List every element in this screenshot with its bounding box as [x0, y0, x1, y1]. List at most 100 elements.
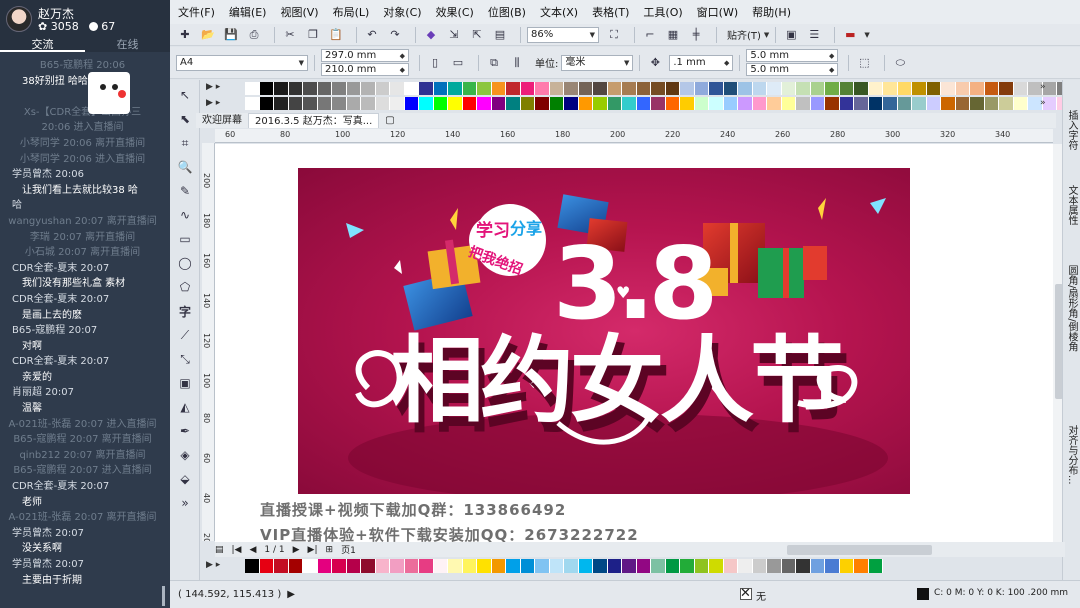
color-swatch[interactable] — [897, 97, 912, 110]
duplicate-y-field[interactable]: 5.0 mm ◆ — [746, 63, 839, 76]
color-swatch[interactable] — [462, 559, 477, 573]
color-swatch[interactable] — [651, 559, 666, 573]
freehand-tool-icon[interactable]: ✎ — [176, 182, 194, 200]
rectangle-tool-icon[interactable]: ▭ — [176, 230, 194, 248]
color-swatch[interactable] — [984, 97, 999, 110]
tab-online[interactable]: 在线 — [85, 37, 170, 52]
color-swatch[interactable] — [361, 559, 376, 573]
color-swatch[interactable] — [854, 82, 869, 95]
cut-icon[interactable]: ✂ — [281, 26, 299, 44]
color-swatch[interactable] — [506, 97, 521, 110]
color-swatch[interactable] — [419, 559, 434, 573]
text-tool-icon[interactable]: 字 — [176, 302, 194, 320]
color-swatch[interactable] — [622, 97, 637, 110]
color-swatch[interactable] — [796, 559, 811, 573]
color-swatch[interactable] — [622, 82, 637, 95]
prev-page-icon[interactable]: ◀ — [249, 545, 256, 555]
color-swatch[interactable] — [926, 97, 941, 110]
color-swatch[interactable] — [709, 97, 724, 110]
full-screen-icon[interactable]: ⛶ — [605, 26, 623, 44]
add-page-icon[interactable]: ⊞ — [326, 545, 334, 555]
color-swatch[interactable] — [274, 82, 289, 95]
color-swatch[interactable] — [825, 82, 840, 95]
color-swatch[interactable] — [448, 82, 463, 95]
interactive-fill-icon[interactable]: ◈ — [176, 446, 194, 464]
vertical-ruler[interactable]: 200 180 160 140 120 100 80 60 40 20 — [202, 143, 215, 541]
portrait-icon[interactable]: ▯ — [426, 54, 444, 72]
current-page-icon[interactable]: ⫼ — [508, 54, 526, 72]
color-swatch[interactable] — [303, 82, 318, 95]
tab-new-icon[interactable]: ▢ — [379, 113, 400, 128]
next-page-icon[interactable]: ▶ — [293, 545, 300, 555]
color-swatch[interactable] — [970, 82, 985, 95]
polygon-tool-icon[interactable]: ⬠ — [176, 278, 194, 296]
color-swatch[interactable] — [375, 97, 390, 110]
color-swatch[interactable] — [317, 559, 332, 573]
color-swatch[interactable] — [404, 82, 419, 95]
color-swatch[interactable] — [665, 97, 680, 110]
color-swatch[interactable] — [636, 559, 651, 573]
color-swatch[interactable] — [332, 82, 347, 95]
color-swatch[interactable] — [868, 97, 883, 110]
color-swatch[interactable] — [520, 82, 535, 95]
outline-swatch[interactable] — [917, 588, 929, 600]
color-swatch[interactable] — [694, 97, 709, 110]
color-swatch[interactable] — [738, 97, 753, 110]
snap-to-menu[interactable]: 贴齐(T) — [727, 27, 761, 42]
color-swatch[interactable] — [564, 97, 579, 110]
color-swatch[interactable] — [506, 559, 521, 573]
menu-item[interactable]: 文件(F) — [178, 4, 215, 20]
color-swatch[interactable] — [274, 559, 289, 573]
color-swatch[interactable] — [462, 82, 477, 95]
color-swatch[interactable] — [419, 82, 434, 95]
drawing-canvas[interactable]: 学习 分享 把我绝招 3.8 ♥ ♥ ♥ 相约女人节 相约女人节 直播授课+视频… — [215, 144, 1053, 542]
menu-item[interactable]: 窗口(W) — [697, 4, 738, 20]
color-swatch[interactable] — [274, 97, 289, 110]
color-swatch[interactable] — [332, 559, 347, 573]
docker-tab-insert-character[interactable]: 插入字符 — [1065, 110, 1079, 150]
color-swatch[interactable] — [767, 559, 782, 573]
page-height-field[interactable]: 210.0 mm ◆ — [321, 63, 409, 76]
treat-as-filled-icon[interactable]: ⬚ — [855, 54, 873, 72]
palette-scroll-left-icon[interactable]: ▶ ▸ — [206, 560, 220, 570]
color-swatch[interactable] — [593, 97, 608, 110]
color-swatch[interactable] — [288, 97, 303, 110]
first-page-icon[interactable]: |◀ — [232, 545, 242, 555]
color-swatch[interactable] — [839, 82, 854, 95]
drop-shadow-icon[interactable]: ▣ — [176, 374, 194, 392]
horizontal-scrollbar-thumb[interactable] — [787, 545, 932, 555]
color-swatch[interactable] — [564, 559, 579, 573]
color-swatch[interactable] — [752, 82, 767, 95]
menu-item[interactable]: 文本(X) — [540, 4, 578, 20]
color-swatch[interactable] — [926, 82, 941, 95]
document-palette[interactable] — [245, 559, 883, 573]
color-swatch[interactable] — [346, 559, 361, 573]
pick-tool-icon[interactable]: ↖ — [176, 86, 194, 104]
docker-tab-corners[interactable]: 圆角/扇形角/倒棱角 — [1065, 265, 1079, 352]
menu-item[interactable]: 工具(O) — [643, 4, 682, 20]
palette-expand-icon[interactable]: » — [1040, 82, 1046, 92]
show-rulers-icon[interactable]: ⌐ — [641, 26, 659, 44]
zoom-level-select[interactable]: 86% ▼ — [527, 26, 599, 43]
color-swatch[interactable] — [651, 97, 666, 110]
copy-icon[interactable]: ❐ — [304, 26, 322, 44]
color-swatch[interactable] — [520, 559, 535, 573]
avatar[interactable] — [6, 6, 32, 32]
color-swatch[interactable] — [970, 97, 985, 110]
color-swatch[interactable] — [259, 559, 274, 573]
color-swatch[interactable] — [448, 97, 463, 110]
color-palette-row-1[interactable] — [245, 82, 1080, 95]
last-page-icon[interactable]: ▶| — [308, 545, 318, 555]
color-swatch[interactable] — [535, 559, 550, 573]
zoom-tool-icon[interactable]: 🔍 — [176, 158, 194, 176]
color-swatch[interactable] — [607, 97, 622, 110]
color-swatch[interactable] — [622, 559, 637, 573]
color-swatch[interactable] — [245, 82, 260, 95]
color-swatch[interactable] — [477, 82, 492, 95]
color-swatch[interactable] — [955, 82, 970, 95]
color-swatch[interactable] — [738, 559, 753, 573]
color-swatch[interactable] — [259, 97, 274, 110]
color-swatch[interactable] — [810, 82, 825, 95]
color-swatch[interactable] — [549, 97, 564, 110]
tab-document[interactable]: 2016.3.5 赵万杰：写真... — [248, 113, 380, 128]
